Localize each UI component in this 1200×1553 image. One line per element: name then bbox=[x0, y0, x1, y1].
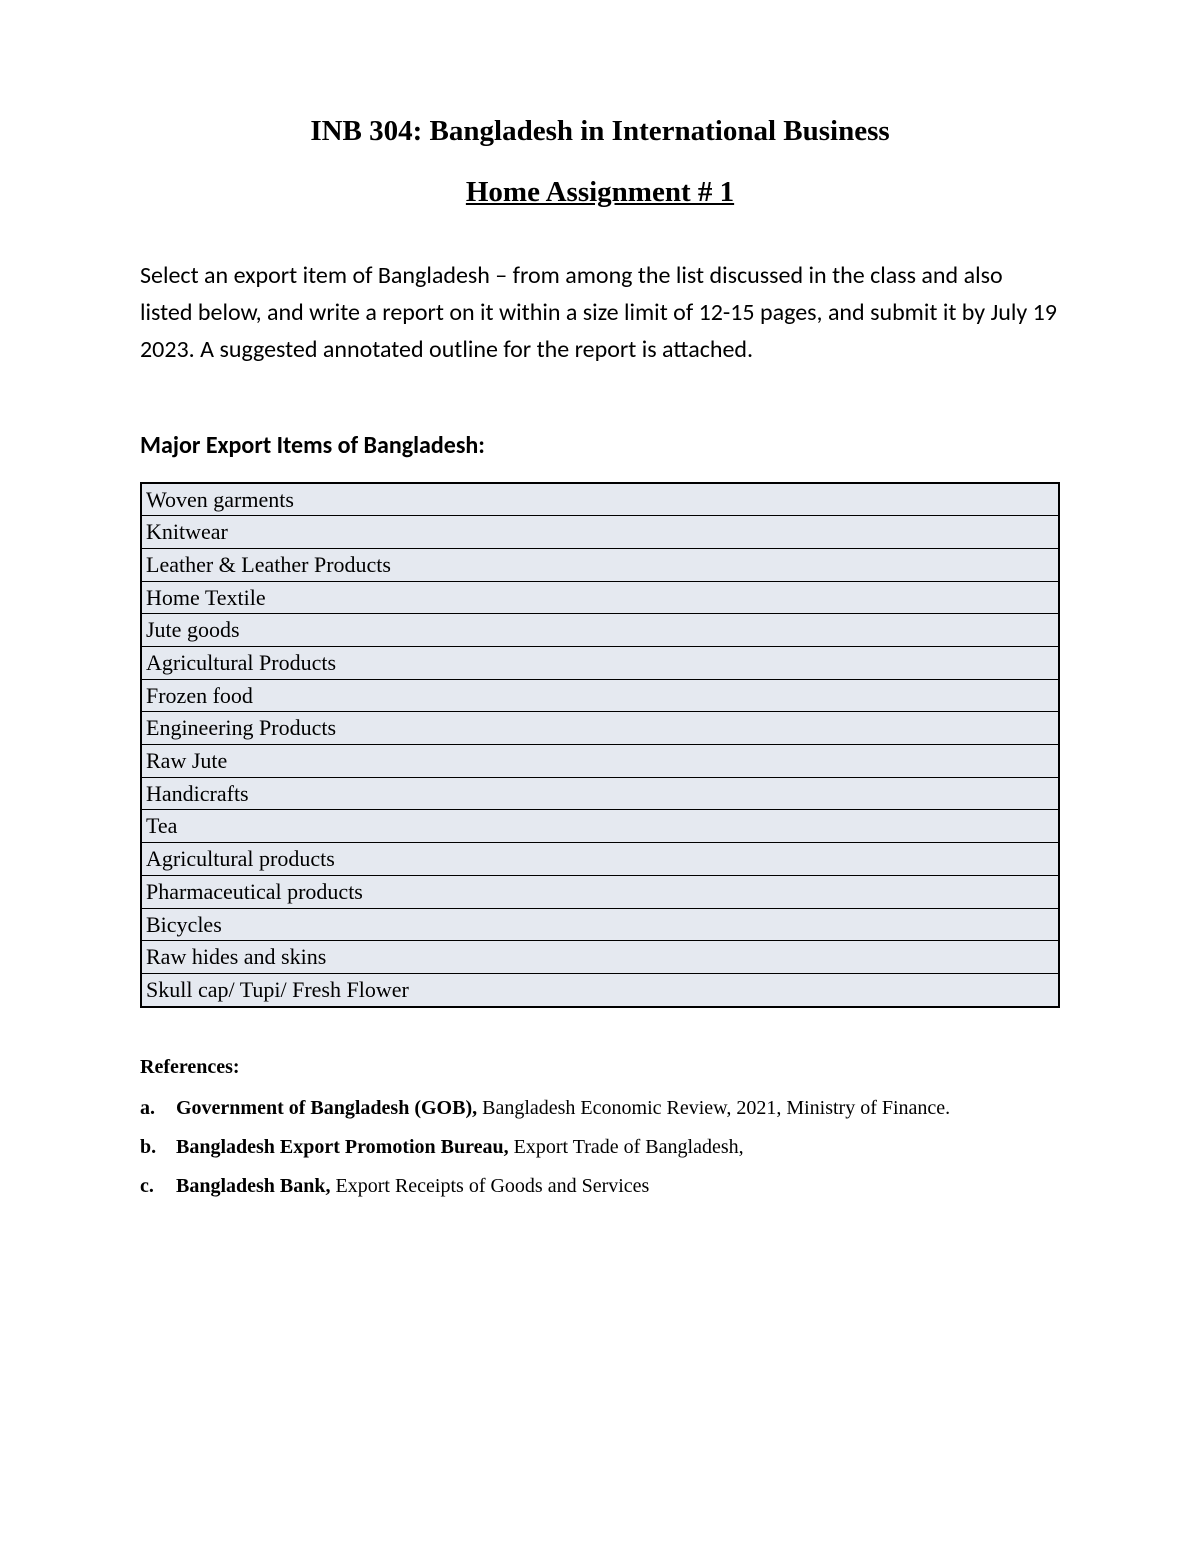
reference-content: Bangladesh Export Promotion Bureau, Expo… bbox=[176, 1136, 744, 1159]
references-heading: References: bbox=[140, 1056, 1060, 1079]
table-row: Agricultural products bbox=[141, 843, 1059, 876]
table-row: Skull cap/ Tupi/ Fresh Flower bbox=[141, 973, 1059, 1006]
export-item-cell: Frozen food bbox=[141, 679, 1059, 712]
export-item-cell: Agricultural products bbox=[141, 843, 1059, 876]
reference-content: Bangladesh Bank, Export Receipts of Good… bbox=[176, 1175, 649, 1198]
table-row: Engineering Products bbox=[141, 712, 1059, 745]
reference-detail: Export Trade of Bangladesh, bbox=[514, 1136, 744, 1158]
export-item-cell: Raw Jute bbox=[141, 745, 1059, 778]
table-row: Raw Jute bbox=[141, 745, 1059, 778]
export-item-cell: Skull cap/ Tupi/ Fresh Flower bbox=[141, 973, 1059, 1006]
assignment-instructions: Select an export item of Bangladesh – fr… bbox=[140, 257, 1060, 369]
table-row: Tea bbox=[141, 810, 1059, 843]
table-row: Knitwear bbox=[141, 516, 1059, 549]
export-item-cell: Jute goods bbox=[141, 614, 1059, 647]
table-row: Raw hides and skins bbox=[141, 941, 1059, 974]
export-item-cell: Engineering Products bbox=[141, 712, 1059, 745]
document-page: INB 304: Bangladesh in International Bus… bbox=[0, 0, 1200, 1314]
table-row: Frozen food bbox=[141, 679, 1059, 712]
references-list: a.Government of Bangladesh (GOB), Bangla… bbox=[140, 1097, 1060, 1198]
reference-letter: c. bbox=[140, 1175, 176, 1198]
table-row: Woven garments bbox=[141, 483, 1059, 516]
export-item-cell: Leather & Leather Products bbox=[141, 548, 1059, 581]
export-item-cell: Pharmaceutical products bbox=[141, 875, 1059, 908]
export-item-cell: Raw hides and skins bbox=[141, 941, 1059, 974]
export-items-table: Woven garmentsKnitwearLeather & Leather … bbox=[140, 482, 1060, 1008]
table-row: Pharmaceutical products bbox=[141, 875, 1059, 908]
reference-item: b.Bangladesh Export Promotion Bureau, Ex… bbox=[140, 1136, 1060, 1159]
assignment-subtitle: Home Assignment # 1 bbox=[140, 176, 1060, 209]
course-title: INB 304: Bangladesh in International Bus… bbox=[140, 115, 1060, 148]
reference-content: Government of Bangladesh (GOB), Banglade… bbox=[176, 1097, 950, 1120]
reference-item: a.Government of Bangladesh (GOB), Bangla… bbox=[140, 1097, 1060, 1120]
reference-source: Government of Bangladesh (GOB), bbox=[176, 1097, 482, 1119]
export-item-cell: Handicrafts bbox=[141, 777, 1059, 810]
table-row: Jute goods bbox=[141, 614, 1059, 647]
reference-detail: Export Receipts of Goods and Services bbox=[336, 1175, 650, 1197]
table-row: Handicrafts bbox=[141, 777, 1059, 810]
export-item-cell: Agricultural Products bbox=[141, 647, 1059, 680]
table-row: Leather & Leather Products bbox=[141, 548, 1059, 581]
reference-item: c.Bangladesh Bank, Export Receipts of Go… bbox=[140, 1175, 1060, 1198]
reference-source: Bangladesh Export Promotion Bureau, bbox=[176, 1136, 514, 1158]
export-item-cell: Tea bbox=[141, 810, 1059, 843]
table-row: Bicycles bbox=[141, 908, 1059, 941]
export-item-cell: Knitwear bbox=[141, 516, 1059, 549]
export-items-heading: Major Export Items of Bangladesh: bbox=[140, 431, 1060, 460]
reference-source: Bangladesh Bank, bbox=[176, 1175, 336, 1197]
export-item-cell: Woven garments bbox=[141, 483, 1059, 516]
export-item-cell: Bicycles bbox=[141, 908, 1059, 941]
export-item-cell: Home Textile bbox=[141, 581, 1059, 614]
reference-detail: Bangladesh Economic Review, 2021, Minist… bbox=[482, 1097, 950, 1119]
reference-letter: a. bbox=[140, 1097, 176, 1120]
table-row: Agricultural Products bbox=[141, 647, 1059, 680]
table-row: Home Textile bbox=[141, 581, 1059, 614]
reference-letter: b. bbox=[140, 1136, 176, 1159]
